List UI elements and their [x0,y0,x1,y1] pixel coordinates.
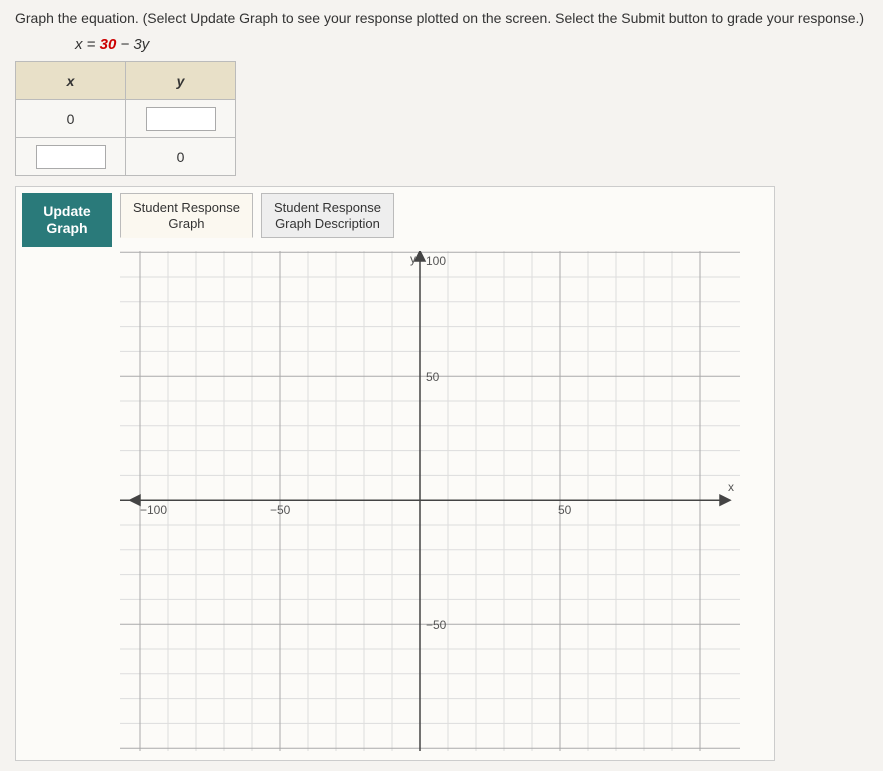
update-label-1: Update [43,203,90,219]
tab-student-response-graph-description[interactable]: Student Response Graph Description [261,193,394,238]
cell-y2: 0 [126,138,236,176]
cell-x1: 0 [16,100,126,138]
xy-table: x y 0 0 [15,61,236,176]
col-header-y: y [126,62,236,100]
tick-y-100: 100 [426,254,446,268]
graph-area[interactable]: y x 100 50 −50 −100 −50 50 [120,251,768,754]
tick-y-50: 50 [426,370,440,384]
input-y1[interactable] [146,107,216,131]
tab1-line2: Graph [168,216,204,231]
coordinate-plane: y x 100 50 −50 −100 −50 50 [120,251,740,751]
tab-row: Update Graph Student Response Graph Stud… [22,193,768,247]
eq-rhs2: − 3y [116,36,149,53]
axes [120,251,730,751]
col-header-x: x [16,62,126,100]
cell-x2 [16,138,126,176]
tick-x-n100: −100 [140,503,167,517]
instructions-text: Graph the equation. (Select Update Graph… [15,10,868,26]
minor-grid [120,251,740,751]
eq-lhs: x [75,36,83,53]
tab1-line1: Student Response [133,200,240,215]
arrow-right-icon [720,495,730,505]
tab-student-response-graph[interactable]: Student Response Graph [120,193,253,238]
x-axis-label: x [728,480,734,494]
major-grid [120,251,740,751]
update-graph-button[interactable]: Update Graph [22,193,112,247]
graph-panel: Update Graph Student Response Graph Stud… [15,186,775,761]
cell-y1 [126,100,236,138]
tab2-line1: Student Response [274,200,381,215]
arrow-left-icon [130,495,140,505]
table-row: 0 [16,138,236,176]
equation: x = 30 − 3y [75,36,868,53]
input-x2[interactable] [36,145,106,169]
tick-y-n50: −50 [426,618,447,632]
eq-rhs1: 30 [100,36,117,53]
y-axis-label: y [410,252,416,266]
tick-x-n50: −50 [270,503,291,517]
update-label-2: Graph [46,220,87,236]
table-row: 0 [16,100,236,138]
tab2-line2: Graph Description [275,216,380,231]
eq-sign: = [83,36,100,53]
tick-x-50: 50 [558,503,572,517]
